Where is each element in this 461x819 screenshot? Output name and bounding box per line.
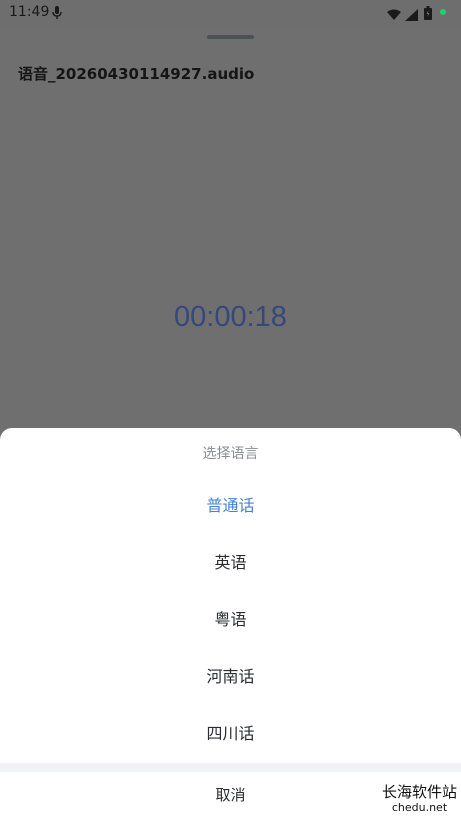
language-option-sichuan[interactable]: 四川话 bbox=[0, 705, 461, 762]
language-option-mandarin[interactable]: 普通话 bbox=[0, 477, 461, 534]
language-option-english[interactable]: 英语 bbox=[0, 534, 461, 591]
notification-dot-icon bbox=[440, 9, 446, 15]
mic-icon bbox=[52, 5, 62, 24]
watermark-en: chedu.net bbox=[391, 801, 448, 814]
language-option-cantonese[interactable]: 粤语 bbox=[0, 591, 461, 648]
status-time: 11:49 bbox=[9, 4, 50, 20]
recording-timer: 00:00:18 bbox=[174, 301, 287, 333]
status-bar: 11:49 bbox=[0, 0, 461, 26]
signal-icon bbox=[405, 6, 418, 25]
recording-file-name: 语音_20260430114927.audio bbox=[18, 65, 255, 83]
wifi-icon bbox=[387, 6, 401, 25]
dialog-title: 选择语言 bbox=[202, 446, 259, 462]
language-picker-dialog: 选择语言 普通话 英语 粤语 河南话 四川话 bbox=[0, 428, 461, 763]
watermark-cn: 长海软件站 bbox=[381, 783, 457, 801]
watermark: 长海软件站 chedu.net bbox=[381, 783, 457, 814]
drag-handle[interactable] bbox=[207, 35, 254, 39]
language-option-henan[interactable]: 河南话 bbox=[0, 648, 461, 705]
divider bbox=[0, 763, 461, 772]
battery-icon bbox=[424, 5, 432, 24]
